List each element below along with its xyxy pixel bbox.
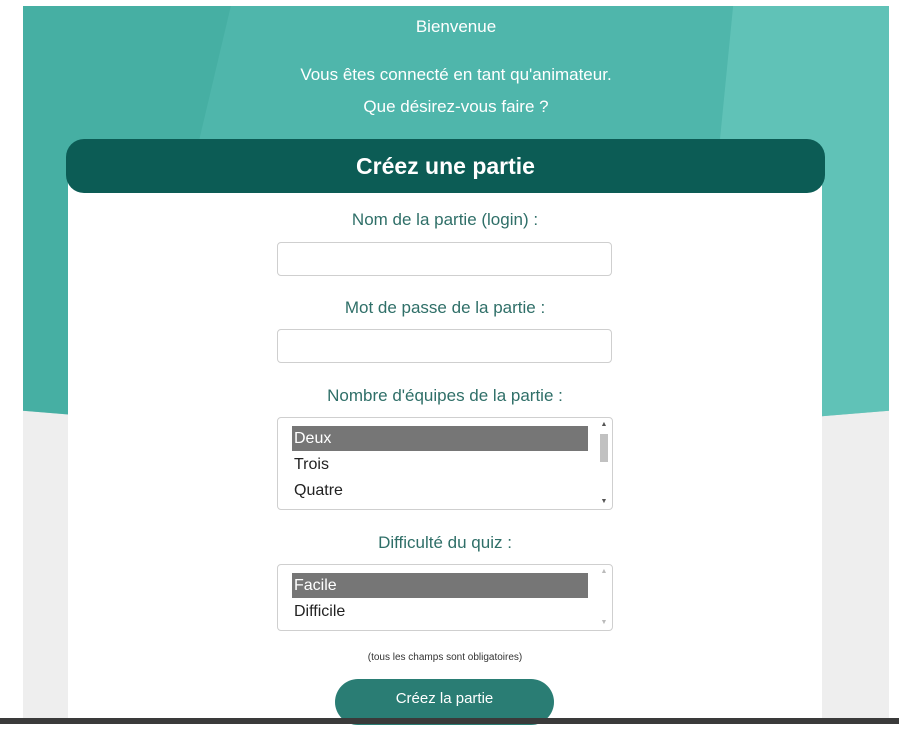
welcome-title: Bienvenue — [415, 17, 497, 36]
game-password-input[interactable] — [277, 329, 612, 363]
difficulty-scrollbar[interactable]: ▲ ▼ — [596, 565, 612, 630]
game-password-label: Mot de passe de la partie : — [344, 298, 546, 317]
teams-option-trois[interactable]: Trois — [292, 452, 588, 477]
scroll-up-arrow-icon[interactable]: ▲ — [596, 418, 612, 432]
teams-option-quatre[interactable]: Quatre — [292, 478, 588, 503]
teams-scrollbar[interactable]: ▲ ▼ — [596, 418, 612, 509]
difficulty-label: Difficulté du quiz : — [378, 533, 512, 552]
bottom-bar — [0, 718, 899, 724]
difficulty-option-difficile[interactable]: Difficile — [292, 599, 588, 624]
difficulty-listbox[interactable]: Facile Difficile ▲ ▼ — [277, 564, 613, 631]
welcome-line-question: Que désirez-vous faire ? — [363, 97, 549, 116]
game-name-label: Nom de la partie (login) : — [351, 210, 539, 229]
required-fields-note: (tous les champs sont obligatoires) — [367, 652, 523, 663]
difficulty-option-facile[interactable]: Facile — [292, 573, 588, 598]
teams-count-label: Nombre d'équipes de la partie : — [327, 386, 563, 405]
scroll-up-arrow-icon[interactable]: ▲ — [596, 565, 612, 579]
teams-scroll-thumb[interactable] — [600, 434, 608, 462]
scroll-down-arrow-icon[interactable]: ▼ — [596, 495, 612, 509]
teams-count-listbox[interactable]: Deux Trois Quatre ▲ ▼ — [277, 417, 613, 510]
teams-option-deux[interactable]: Deux — [292, 426, 588, 451]
card-header: Créez une partie — [66, 139, 825, 193]
welcome-line-role: Vous êtes connecté en tant qu'animateur. — [300, 65, 612, 84]
scroll-down-arrow-icon[interactable]: ▼ — [596, 616, 612, 630]
game-name-input[interactable] — [277, 242, 612, 276]
